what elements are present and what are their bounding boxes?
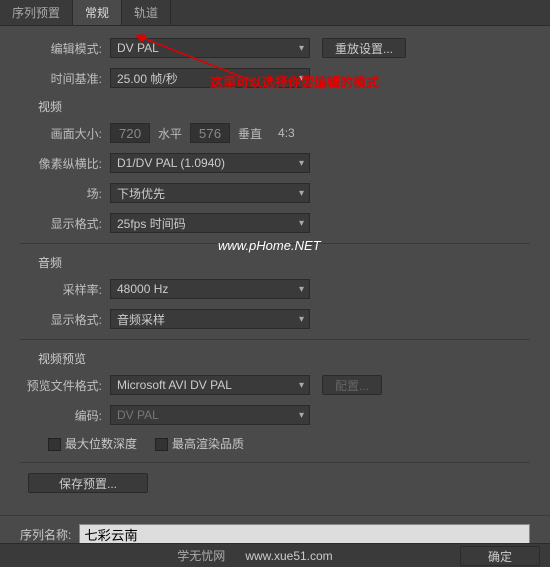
edit-mode-label: 编辑模式:: [20, 40, 110, 57]
par-label: 像素纵横比:: [20, 155, 110, 172]
codec-label: 编码:: [20, 407, 110, 424]
preview-file-fmt-label: 预览文件格式:: [20, 377, 110, 394]
save-preset-button[interactable]: 保存预置...: [28, 473, 148, 493]
frame-height-input[interactable]: [190, 123, 230, 143]
max-bit-checkbox[interactable]: 最大位数深度: [48, 435, 137, 452]
field-dropdown[interactable]: 下场优先: [110, 183, 310, 203]
horizontal-label: 水平: [158, 125, 182, 142]
tab-tracks[interactable]: 轨道: [122, 0, 171, 25]
tab-preset[interactable]: 序列预置: [0, 0, 73, 25]
preview-section-title: 视频预览: [38, 350, 530, 367]
audio-section-title: 音频: [38, 254, 530, 271]
max-quality-checkbox[interactable]: 最高渲染品质: [155, 435, 244, 452]
tab-bar: 序列预置 常规 轨道: [0, 0, 550, 26]
config-button[interactable]: 配置...: [322, 375, 382, 395]
timebase-label: 时间基准:: [20, 70, 110, 87]
audio-display-fmt-dropdown[interactable]: 音频采样: [110, 309, 310, 329]
edit-mode-dropdown[interactable]: DV PAL: [110, 38, 310, 58]
reset-button[interactable]: 重放设置...: [322, 38, 406, 58]
footer-link[interactable]: www.xue51.com: [245, 549, 332, 563]
video-display-fmt-dropdown[interactable]: 25fps 时间码: [110, 213, 310, 233]
aspect-ratio-label: 4:3: [278, 126, 295, 140]
vertical-label: 垂直: [238, 125, 262, 142]
audio-display-fmt-label: 显示格式:: [20, 311, 110, 328]
footer-bar: 学无忧网 www.xue51.com 确定: [0, 543, 550, 567]
footer-text: 学无忧网: [177, 547, 225, 564]
ok-button[interactable]: 确定: [460, 546, 540, 566]
codec-dropdown: DV PAL: [110, 405, 310, 425]
field-label: 场:: [20, 185, 110, 202]
sample-rate-dropdown[interactable]: 48000 Hz: [110, 279, 310, 299]
frame-width-input[interactable]: [110, 123, 150, 143]
timebase-dropdown[interactable]: 25.00 帧/秒: [110, 68, 310, 88]
sequence-name-label: 序列名称:: [20, 526, 71, 543]
par-dropdown[interactable]: D1/DV PAL (1.0940): [110, 153, 310, 173]
frame-size-label: 画面大小:: [20, 125, 110, 142]
video-display-fmt-label: 显示格式:: [20, 215, 110, 232]
tab-general[interactable]: 常规: [73, 0, 122, 25]
general-panel: 编辑模式: DV PAL 重放设置... 时间基准: 25.00 帧/秒 视频 …: [0, 26, 550, 515]
preview-file-fmt-dropdown[interactable]: Microsoft AVI DV PAL: [110, 375, 310, 395]
sample-rate-label: 采样率:: [20, 281, 110, 298]
sequence-name-input[interactable]: [79, 524, 530, 544]
video-section-title: 视频: [38, 98, 530, 115]
